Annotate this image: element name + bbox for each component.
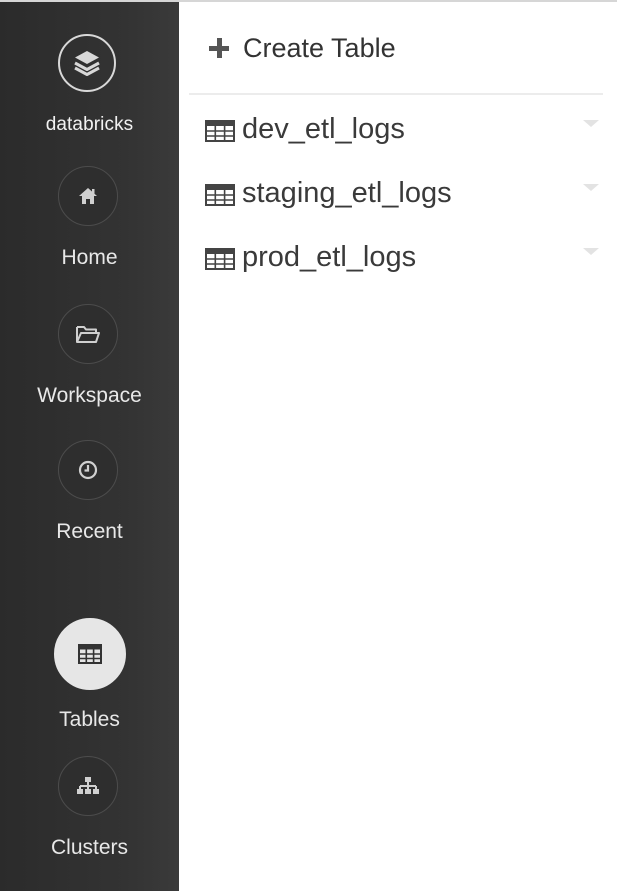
table-name[interactable]: prod_etl_logs [242,241,416,274]
tables-panel: Create Table dev_etl_logs staging_etl_lo… [179,0,617,891]
table-icon[interactable] [54,618,126,690]
home-icon[interactable] [58,166,118,226]
table-icon [205,120,235,142]
layers-icon[interactable] [58,34,116,92]
table-list-item[interactable]: prod_etl_logs [179,226,617,290]
top-border [0,0,617,2]
cluster-icon[interactable] [58,756,118,816]
table-name[interactable]: staging_etl_logs [242,177,452,210]
sidebar-item-recent[interactable]: Recent [0,440,179,566]
sidebar-item-home[interactable]: Home [0,166,179,292]
chevron-down-icon[interactable] [583,120,599,127]
sidebar-item-tables[interactable]: Tables [0,618,179,750]
app-window: databricks Home Workspace Recent Tables … [0,0,617,891]
sidebar-item-label: Home [61,246,118,269]
sidebar-item-label: Workspace [37,384,142,407]
folder-open-icon[interactable] [58,304,118,364]
table-list-item[interactable]: dev_etl_logs [179,98,617,162]
brand[interactable]: databricks [0,0,179,160]
brand-name: databricks [45,114,134,135]
sidebar-item-label: Clusters [50,836,129,859]
table-list: dev_etl_logs staging_etl_logs prod_etl_l… [179,98,617,290]
table-icon [205,184,235,206]
create-table-button[interactable]: Create Table [209,28,396,68]
sidebar-item-workspace[interactable]: Workspace [0,304,179,430]
table-name[interactable]: dev_etl_logs [242,113,405,146]
sidebar-item-label: Recent [56,520,123,543]
create-table-label: Create Table [243,32,396,63]
divider [189,93,603,95]
table-icon [205,248,235,270]
table-list-item[interactable]: staging_etl_logs [179,162,617,226]
clock-icon[interactable] [58,440,118,500]
chevron-down-icon[interactable] [583,184,599,191]
sidebar: databricks Home Workspace Recent Tables … [0,0,179,891]
sidebar-item-clusters[interactable]: Clusters [0,756,179,882]
sidebar-item-label: Tables [59,708,120,731]
chevron-down-icon[interactable] [583,248,599,255]
plus-icon [209,38,229,58]
